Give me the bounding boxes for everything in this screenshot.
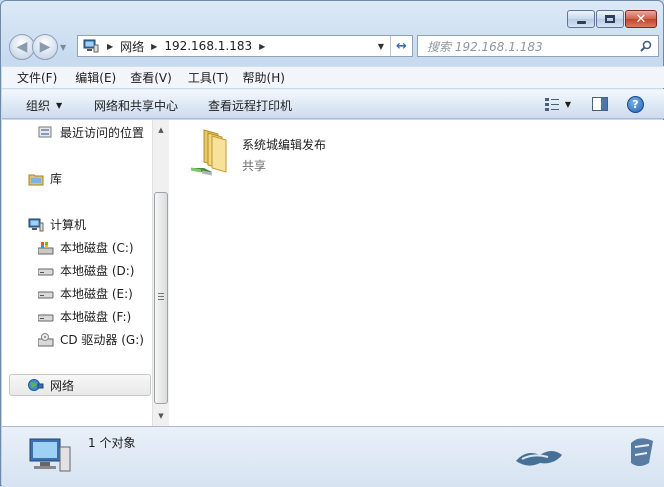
- menu-file[interactable]: 文件(F): [2, 69, 65, 86]
- change-view-icon[interactable]: [545, 97, 559, 111]
- list-item[interactable]: 系统城编辑发布 共享: [188, 128, 326, 178]
- close-button[interactable]: ✕: [625, 10, 657, 28]
- menu-view[interactable]: 查看(V): [124, 69, 180, 86]
- scroll-thumb[interactable]: [154, 192, 168, 404]
- breadcrumb-separator-icon[interactable]: ▶: [259, 42, 265, 51]
- watermark-logo-icon: [514, 441, 564, 471]
- maximize-button[interactable]: [596, 10, 624, 28]
- recent-pages-dropdown[interactable]: ▼: [60, 43, 66, 52]
- details-pane: 1 个对象: [2, 426, 664, 487]
- search-icon[interactable]: [640, 40, 652, 52]
- nav-item-drive-e[interactable]: 本地磁盘 (E:): [37, 285, 133, 302]
- search-box[interactable]: 搜索 192.168.1.183: [417, 35, 659, 57]
- organize-button[interactable]: 组织 ▼: [26, 97, 62, 114]
- watermark-logo-icon: [625, 433, 659, 477]
- grip-icon: [158, 293, 164, 300]
- breadcrumb-separator-icon[interactable]: ▶: [107, 42, 113, 51]
- nav-item-label: 网络: [50, 378, 75, 393]
- main-area: 最近访问的位置 库 计算机 本地磁盘 (C:) 本地磁盘 (D:) 本地磁盘 (…: [2, 120, 664, 426]
- help-icon[interactable]: ?: [627, 96, 644, 113]
- preview-pane-icon[interactable]: [592, 97, 608, 111]
- nav-item-label: CD 驱动器 (G:): [60, 333, 144, 347]
- item-type: 共享: [242, 159, 267, 173]
- search-placeholder: 搜索 192.168.1.183: [427, 39, 543, 54]
- maximize-icon: [605, 15, 615, 23]
- menu-help[interactable]: 帮助(H): [237, 69, 293, 86]
- view-options-dropdown[interactable]: ▼: [565, 100, 571, 109]
- address-bar[interactable]: ▶ 网络 ▶ 192.168.1.183 ▶ ▼ ↔: [77, 35, 413, 57]
- item-count: 1 个对象: [88, 436, 136, 450]
- item-name: 系统城编辑发布: [242, 138, 327, 152]
- menu-bar: 文件(F) 编辑(E) 查看(V) 工具(T) 帮助(H): [2, 66, 664, 88]
- nav-item-drive-g[interactable]: CD 驱动器 (G:): [37, 331, 144, 348]
- window-controls: ✕: [566, 10, 657, 28]
- nav-item-label: 本地磁盘 (D:): [60, 264, 135, 278]
- nav-item-label: 库: [50, 172, 63, 186]
- navigation-pane: 最近访问的位置 库 计算机 本地磁盘 (C:) 本地磁盘 (D:) 本地磁盘 (…: [2, 120, 152, 426]
- hard-drive-icon: [37, 310, 54, 324]
- back-arrow-icon: ◀: [16, 39, 28, 55]
- nav-item-drive-d[interactable]: 本地磁盘 (D:): [37, 262, 135, 279]
- nav-item-label: 本地磁盘 (C:): [60, 241, 134, 255]
- network-center-button[interactable]: 网络和共享中心: [94, 97, 178, 114]
- nav-item-computer[interactable]: 计算机: [28, 216, 86, 233]
- network-icon: [28, 378, 44, 392]
- scroll-up-icon[interactable]: ▲: [153, 122, 169, 138]
- hard-drive-icon: [37, 287, 54, 301]
- network-computer-icon: [26, 435, 72, 475]
- breadcrumb-network[interactable]: 网络: [120, 38, 144, 55]
- menu-tools[interactable]: 工具(T): [180, 69, 237, 86]
- view-printers-label: 查看远程打印机: [208, 99, 293, 113]
- nav-item-label: 最近访问的位置: [60, 126, 145, 140]
- library-icon: [28, 172, 44, 186]
- view-printers-button[interactable]: 查看远程打印机: [208, 97, 292, 114]
- nav-item-label: 计算机: [50, 218, 87, 232]
- nav-item-label: 本地磁盘 (E:): [60, 287, 133, 301]
- close-icon: ✕: [635, 11, 647, 27]
- network-center-label: 网络和共享中心: [94, 99, 179, 113]
- hard-drive-icon: [37, 264, 54, 278]
- refresh-icon: ↔: [396, 38, 407, 54]
- forward-arrow-icon: ▶: [39, 39, 51, 55]
- nav-item-network[interactable]: 网络: [9, 374, 151, 396]
- recent-places-icon: [38, 126, 54, 140]
- cd-drive-icon: [37, 332, 54, 347]
- nav-item-drive-f[interactable]: 本地磁盘 (F:): [37, 308, 132, 325]
- computer-icon: [28, 218, 44, 232]
- network-computer-icon: [82, 39, 100, 53]
- scroll-down-icon[interactable]: ▼: [153, 408, 169, 424]
- menu-edit[interactable]: 编辑(E): [65, 69, 124, 86]
- nav-item-libraries[interactable]: 库: [28, 170, 62, 187]
- breadcrumb-host[interactable]: 192.168.1.183: [164, 39, 252, 53]
- breadcrumb-separator-icon[interactable]: ▶: [151, 42, 157, 51]
- command-bar: 组织 ▼ 网络和共享中心 查看远程打印机 ▼ ?: [2, 89, 664, 119]
- minimize-button[interactable]: [567, 10, 595, 28]
- forward-button[interactable]: ▶: [32, 34, 58, 60]
- refresh-button[interactable]: ↔: [390, 36, 412, 56]
- navigation-buttons: ◀ ▶ ▼: [9, 34, 66, 60]
- chevron-down-icon: ▼: [56, 101, 63, 110]
- minimize-icon: [576, 20, 586, 24]
- nav-item-label: 本地磁盘 (F:): [60, 310, 132, 324]
- system-drive-icon: [37, 241, 54, 255]
- address-dropdown-button[interactable]: ▼: [372, 36, 390, 56]
- explorer-window: ✕ ◀ ▶ ▼ ▶ 网络 ▶ 192.168.1.183 ▶ ▼ ↔ 搜索 19…: [0, 0, 664, 487]
- navigation-pane-scrollbar[interactable]: ▲ ▼: [152, 120, 169, 426]
- shared-folder-icon: [188, 128, 232, 178]
- file-list: 系统城编辑发布 共享: [170, 120, 664, 426]
- nav-item-recent-places[interactable]: 最近访问的位置: [38, 124, 144, 141]
- organize-label: 组织: [26, 99, 51, 113]
- nav-item-drive-c[interactable]: 本地磁盘 (C:): [37, 239, 134, 256]
